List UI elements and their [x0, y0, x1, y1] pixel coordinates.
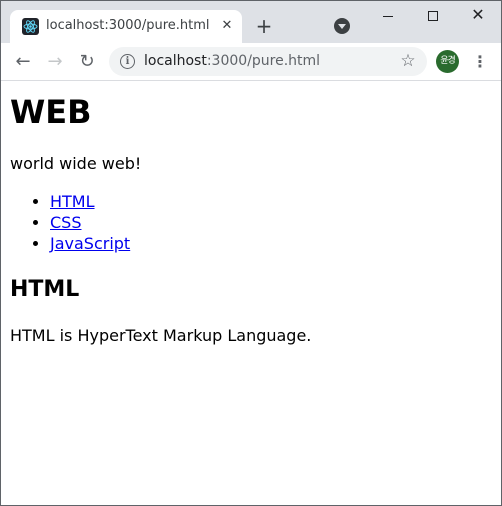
url-text[interactable]: localhost:3000/pure.html	[144, 53, 320, 69]
back-button[interactable]: ←	[11, 50, 35, 74]
link-css[interactable]: CSS	[50, 213, 81, 232]
maximize-icon	[428, 11, 438, 21]
react-logo-icon	[22, 18, 39, 35]
link-javascript[interactable]: JavaScript	[50, 234, 130, 253]
close-window-button[interactable]: ✕	[455, 1, 501, 31]
section-title: HTML	[10, 277, 80, 302]
tab-search-dropdown-icon[interactable]	[334, 18, 350, 34]
intro-text: world wide web!	[10, 154, 142, 173]
list-item: CSS	[50, 212, 130, 233]
list-item: HTML	[50, 191, 130, 212]
url-path: :3000/pure.html	[206, 53, 321, 69]
maximize-button[interactable]	[410, 1, 456, 31]
minimize-button[interactable]	[365, 1, 411, 31]
link-html[interactable]: HTML	[50, 192, 95, 211]
address-bar[interactable]: i localhost:3000/pure.html ☆	[109, 47, 427, 76]
tab-close-icon[interactable]: ✕	[218, 17, 236, 35]
tab-active[interactable]: localhost:3000/pure.html ✕	[10, 10, 242, 43]
reload-button[interactable]: ↻	[75, 50, 99, 74]
forward-button[interactable]: →	[43, 50, 67, 74]
url-host: localhost	[144, 53, 207, 69]
page-title: WEB	[10, 93, 92, 131]
minimize-icon	[383, 16, 393, 17]
tab-title: localhost:3000/pure.html	[46, 18, 210, 33]
profile-avatar[interactable]: 윤경	[436, 50, 459, 73]
nav-list: HTML CSS JavaScript	[10, 191, 130, 254]
list-item: JavaScript	[50, 233, 130, 254]
menu-icon[interactable]: ⋮	[471, 50, 489, 74]
new-tab-button[interactable]: +	[253, 15, 275, 37]
browser-toolbar: ← → ↻ i localhost:3000/pure.html ☆ 윤경 ⋮	[1, 43, 501, 81]
page-content: WEB world wide web! HTML CSS JavaScript …	[1, 81, 501, 505]
tab-strip: localhost:3000/pure.html ✕ + ✕	[1, 1, 501, 43]
info-icon[interactable]: i	[120, 54, 135, 69]
close-icon: ✕	[471, 5, 485, 24]
bookmark-star-icon[interactable]: ☆	[398, 50, 418, 72]
section-text: HTML is HyperText Markup Language.	[10, 326, 312, 345]
browser-window: localhost:3000/pure.html ✕ + ✕ ← → ↻ i l…	[0, 0, 502, 506]
